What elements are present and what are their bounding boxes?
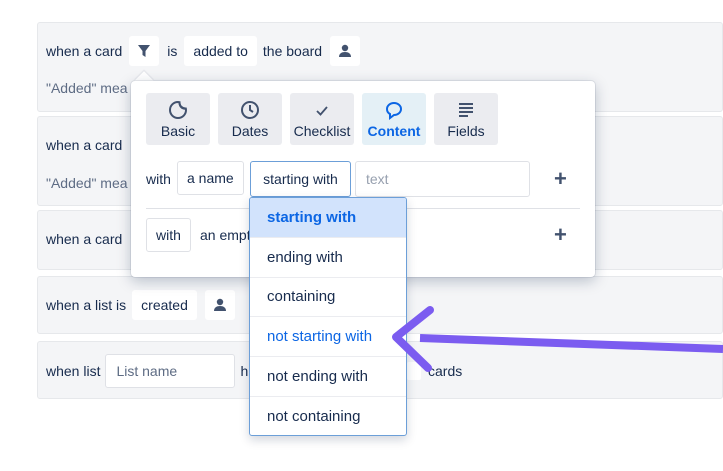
- lines-icon: [459, 103, 473, 117]
- content-field-select[interactable]: a name: [177, 161, 244, 195]
- user-icon: [213, 298, 226, 311]
- tab-dates-label: Dates: [231, 123, 269, 139]
- content-row-2-with[interactable]: with: [146, 218, 191, 252]
- rule-1-suffix: the board: [262, 43, 323, 59]
- tab-fields[interactable]: Fields: [434, 93, 498, 145]
- add-condition-button[interactable]: +: [554, 168, 567, 190]
- rule-1-prefix: when a card: [46, 43, 123, 59]
- rule-5-prefix: when list: [46, 363, 101, 379]
- dropdown-option[interactable]: not containing: [250, 397, 406, 435]
- rule-2-note: "Added" mea: [46, 175, 128, 191]
- trigger-action-select[interactable]: added to: [184, 36, 257, 66]
- tab-content-label: Content: [367, 123, 421, 139]
- tab-basic-label: Basic: [160, 123, 196, 139]
- rule-4-prefix: when a list is: [46, 297, 127, 313]
- list-action-select[interactable]: created: [132, 290, 197, 320]
- tab-checklist-label: Checklist: [293, 123, 351, 139]
- speech-bubble-icon: [385, 101, 403, 120]
- rule-1-is: is: [167, 43, 178, 59]
- operator-select[interactable]: starting with: [250, 161, 351, 197]
- dropdown-option[interactable]: containing: [250, 278, 406, 318]
- add-condition-button-2[interactable]: +: [554, 224, 567, 246]
- dropdown-option[interactable]: starting with: [250, 198, 406, 238]
- tab-fields-label: Fields: [447, 123, 485, 139]
- filter-button[interactable]: [129, 36, 160, 66]
- operator-dropdown: starting with ending with containing not…: [249, 197, 407, 436]
- rule-1-line: when a card is added to the board: [46, 36, 361, 66]
- check-icon: [316, 106, 328, 116]
- dropdown-option[interactable]: ending with: [250, 238, 406, 278]
- rule-5-partial: h: [240, 363, 249, 379]
- dropdown-option[interactable]: not ending with: [250, 357, 406, 397]
- sticker-icon: [169, 100, 188, 119]
- user-filter-button[interactable]: [330, 36, 361, 66]
- tab-checklist[interactable]: Checklist: [290, 93, 354, 145]
- dropdown-option-highlighted[interactable]: not starting with: [250, 317, 406, 358]
- tab-content[interactable]: Content: [362, 93, 426, 145]
- annotation-arrow-icon: [392, 306, 723, 372]
- rule-1-note: "Added" mea: [46, 80, 128, 96]
- rule-2-prefix: when a card: [46, 137, 123, 153]
- clock-icon: [241, 101, 259, 119]
- rule-3-prefix: when a card: [46, 231, 123, 247]
- tab-dates[interactable]: Dates: [218, 93, 282, 145]
- text-input[interactable]: text: [355, 161, 530, 197]
- content-row-1-with: with: [146, 171, 171, 187]
- user-filter-button-2[interactable]: [204, 290, 235, 320]
- rule-4-line: when a list is created: [46, 290, 235, 320]
- rule-5-line: when list List name h: [46, 354, 248, 388]
- list-name-input[interactable]: List name: [105, 354, 236, 388]
- tab-basic[interactable]: Basic: [146, 93, 210, 145]
- content-row-2-partial: an empt: [200, 227, 251, 243]
- filter-icon: [138, 45, 151, 57]
- user-icon: [339, 44, 352, 57]
